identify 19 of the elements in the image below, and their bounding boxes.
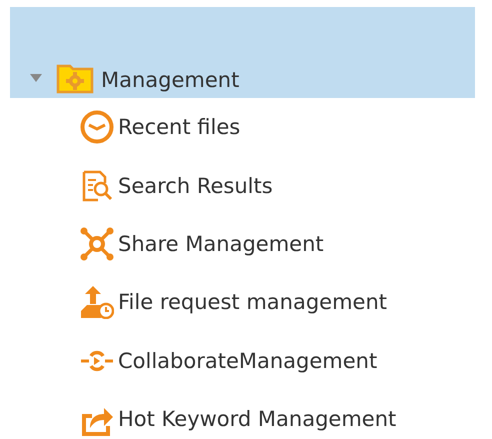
- tree-item-label: Management: [100, 67, 240, 94]
- upload-clock-icon: [80, 285, 114, 320]
- tree-item-label: File request management: [117, 289, 388, 316]
- tree-item-label: Share Management: [117, 230, 325, 258]
- tree-item[interactable]: Management: [10, 7, 475, 98]
- document-search-icon: [80, 168, 114, 203]
- tree-item[interactable]: Share Management: [10, 214, 475, 274]
- tree-item[interactable]: Search Results: [10, 156, 475, 215]
- tree-item-label: Recent files: [117, 114, 242, 142]
- tree-item-label: CollaborateManagement: [117, 348, 378, 375]
- clock-icon: [80, 110, 114, 144]
- tree-item[interactable]: Recent files: [10, 98, 475, 156]
- tree-item[interactable]: File request management: [10, 273, 475, 332]
- tree-item-label: Search Results: [117, 172, 274, 200]
- expand-caret-icon[interactable]: [30, 74, 42, 82]
- tree-item[interactable]: Hot Keyword Management: [10, 390, 475, 439]
- tree-item-label: Hot Keyword Management: [117, 406, 398, 434]
- tree-item[interactable]: CollaborateManagement: [10, 332, 475, 390]
- network-icon: [80, 226, 114, 261]
